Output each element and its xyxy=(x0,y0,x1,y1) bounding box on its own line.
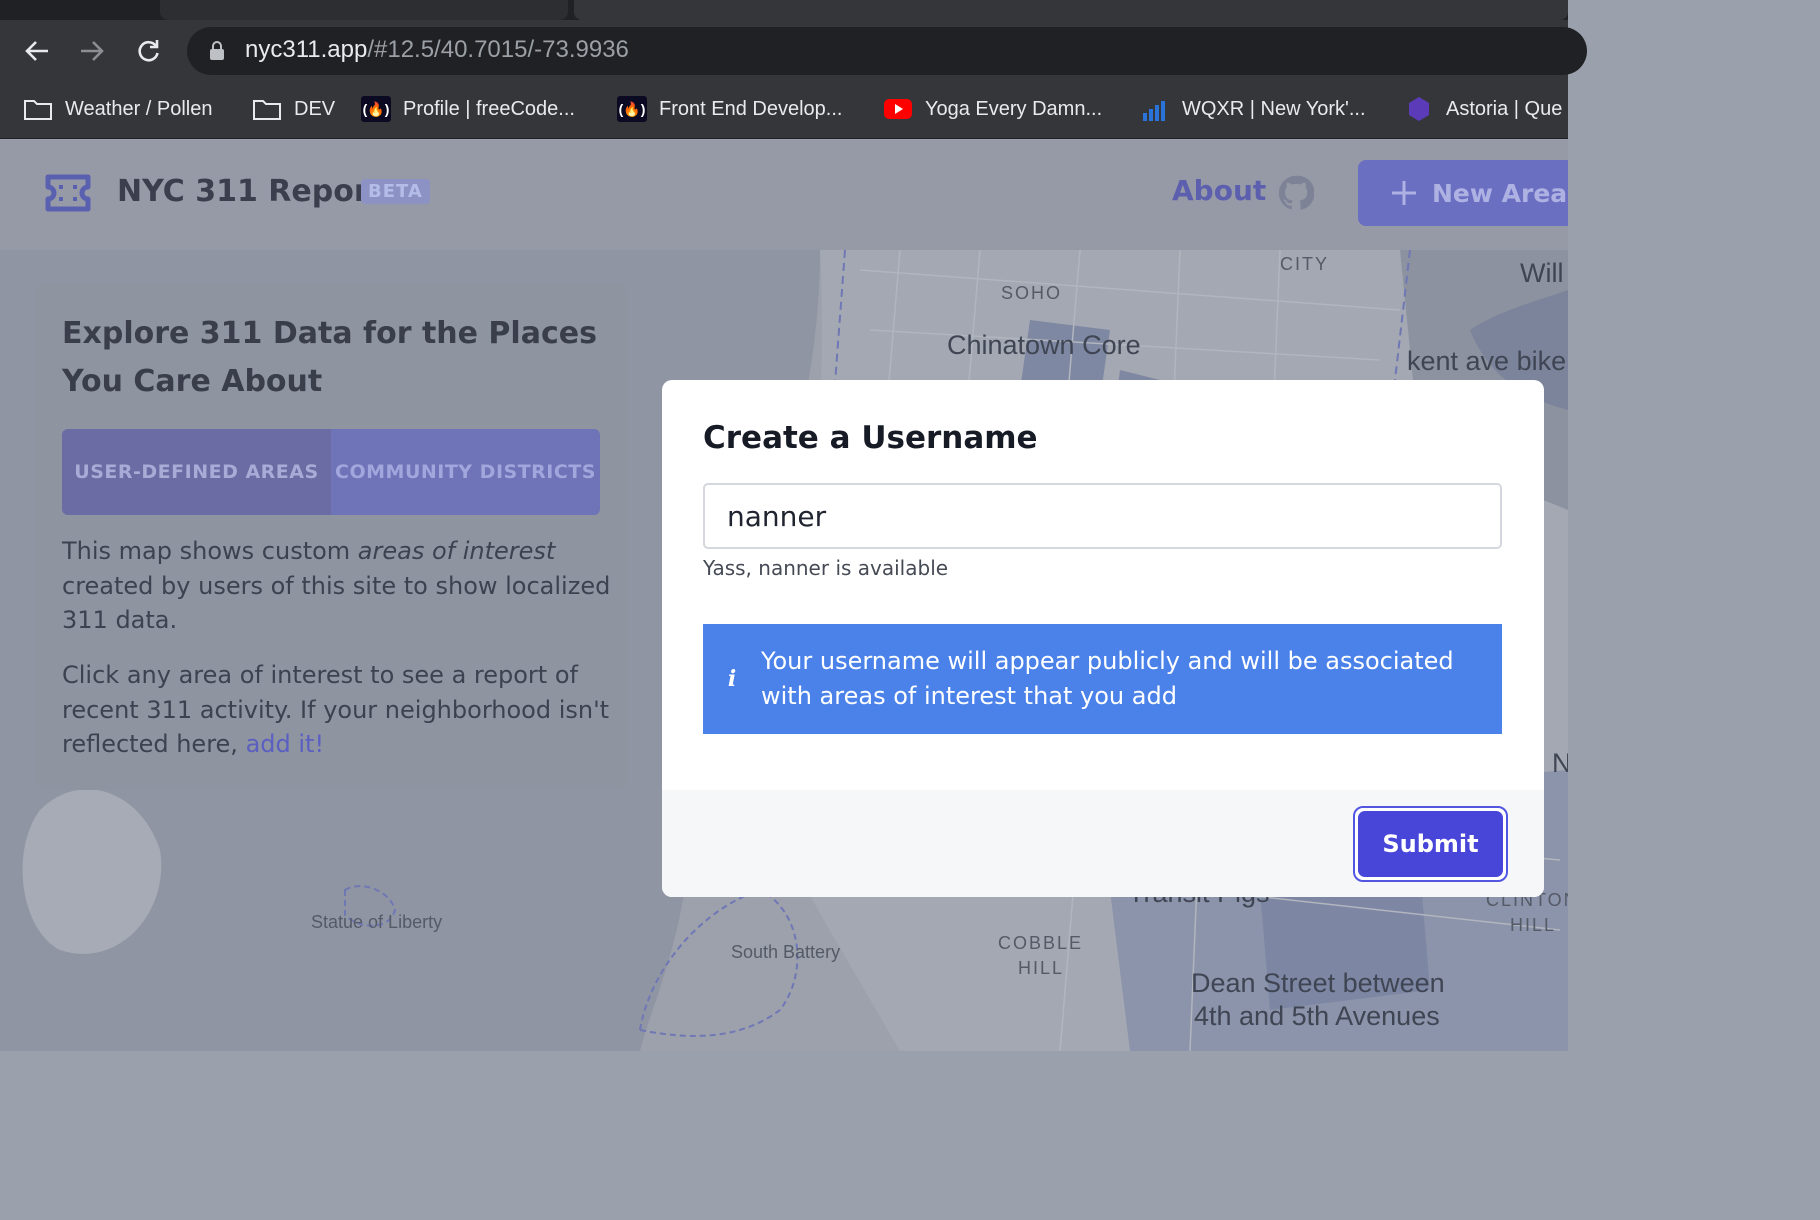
about-link[interactable]: About xyxy=(1172,174,1266,207)
back-button[interactable] xyxy=(19,33,55,69)
create-username-modal: Create a Username Yass, nanner is availa… xyxy=(662,380,1544,897)
bookmark-weather-pollen[interactable]: Weather / Pollen xyxy=(23,94,213,124)
panel-description: This map shows custom areas of interest … xyxy=(62,534,612,638)
info-panel: Explore 311 Data for the Places You Care… xyxy=(35,284,627,790)
map-label-city: CITY xyxy=(1280,254,1330,274)
map-label-statue: Statue of Liberty xyxy=(311,912,443,932)
new-area-button[interactable]: New Area xyxy=(1358,160,1568,226)
freecodecamp-icon: (🔥) xyxy=(361,96,391,122)
plus-icon xyxy=(1392,181,1416,205)
desc-text: created by users of this site to show lo… xyxy=(62,571,611,635)
lock-icon xyxy=(210,41,224,60)
github-icon[interactable] xyxy=(1278,175,1314,211)
desc-text: This map shows custom xyxy=(62,537,358,565)
address-bar[interactable]: nyc311.app/#12.5/40.7015/-73.9936 xyxy=(187,27,1587,75)
freecodecamp-icon: (🔥) xyxy=(617,96,647,122)
submit-label: Submit xyxy=(1358,811,1503,877)
bookmark-wqxr[interactable]: WQXR | New York'... xyxy=(1140,94,1366,124)
map-label-soho: SOHO xyxy=(1001,283,1063,303)
browser-tab-active[interactable] xyxy=(160,0,568,20)
url-text: nyc311.app/#12.5/40.7015/-73.9936 xyxy=(245,36,629,63)
map-label-dean-2: 4th and 5th Avenues xyxy=(1194,1001,1440,1031)
modal-title: Create a Username xyxy=(703,420,1038,456)
map-label-will: Will xyxy=(1520,258,1564,288)
info-notice: i Your username will appear publicly and… xyxy=(703,624,1502,734)
reload-icon xyxy=(138,40,159,62)
bookmark-freecodecamp-profile[interactable]: (🔥) Profile | freeCode... xyxy=(361,94,575,124)
add-it-link[interactable]: add it! xyxy=(246,730,325,758)
bookmark-dev[interactable]: DEV xyxy=(252,94,335,124)
browser-tab[interactable] xyxy=(574,0,1568,20)
map-label-dean: Dean Street between xyxy=(1191,968,1445,998)
youtube-icon xyxy=(883,96,913,122)
reload-button[interactable] xyxy=(130,33,166,69)
tab-user-defined-areas[interactable]: USER-DEFINED AREAS xyxy=(62,429,331,515)
map-label-n: N xyxy=(1552,748,1568,778)
tab-community-districts[interactable]: COMMUNITY DISTRICTS xyxy=(331,429,600,515)
bookmark-front-end[interactable]: (🔥) Front End Develop... xyxy=(617,94,842,124)
beta-badge: BETA xyxy=(361,179,430,204)
bookmark-label: Astoria | Que xyxy=(1446,97,1563,120)
instructions-text: Click any area of interest to see a repo… xyxy=(62,661,610,758)
map-label-cobble: COBBLE xyxy=(998,933,1084,953)
brand-title[interactable]: NYC 311 Reports xyxy=(117,174,401,209)
username-input[interactable] xyxy=(703,483,1502,549)
area-type-toggle: USER-DEFINED AREAS COMMUNITY DISTRICTS xyxy=(62,429,600,515)
map-label-chinatown: Chinatown Core xyxy=(947,330,1141,360)
bookmark-label: Weather / Pollen xyxy=(65,97,213,120)
bookmark-astoria[interactable]: Astoria | Que xyxy=(1404,94,1562,124)
browser-toolbar: nyc311.app/#12.5/40.7015/-73.9936 xyxy=(0,20,1587,82)
modal-footer: Submit xyxy=(662,790,1544,897)
page: SOHO CITY Chinatown Core kent ave bike W… xyxy=(0,140,1568,1051)
bookmark-label: WQXR | New York'... xyxy=(1182,97,1366,120)
desc-emphasis: areas of interest xyxy=(357,537,556,565)
map-label-hill: HILL xyxy=(1018,958,1065,978)
hexagon-icon xyxy=(1404,96,1434,122)
bookmark-label: Yoga Every Damn... xyxy=(925,97,1103,120)
submit-button[interactable]: Submit xyxy=(1353,806,1508,882)
bookmark-yoga[interactable]: Yoga Every Damn... xyxy=(883,94,1102,124)
map-label-south-battery: South Battery xyxy=(731,942,841,962)
panel-instructions: Click any area of interest to see a repo… xyxy=(62,658,612,762)
folder-icon xyxy=(23,96,53,122)
ticket-icon xyxy=(45,174,91,212)
browser-tab-strip xyxy=(0,0,1568,20)
info-notice-text: Your username will appear publicly and w… xyxy=(761,647,1454,710)
bookmark-label: Profile | freeCode... xyxy=(403,97,575,120)
map-label-kent: kent ave bike xyxy=(1407,346,1567,376)
bookmarks-bar: Weather / Pollen DEV (🔥) Profile | freeC… xyxy=(0,82,1568,139)
bookmark-label: DEV xyxy=(294,97,336,120)
new-area-label: New Area xyxy=(1432,178,1568,208)
folder-icon xyxy=(252,96,282,122)
availability-message: Yass, nanner is available xyxy=(703,556,949,580)
app-header: NYC 311 Reports BETA About New Area xyxy=(0,140,1568,250)
map-label-clinton-hill: HILL xyxy=(1510,915,1557,935)
bookmark-label: Front End Develop... xyxy=(659,97,843,120)
arrow-left-icon xyxy=(25,41,48,61)
bar-chart-icon xyxy=(1140,96,1170,122)
arrow-right-icon xyxy=(81,41,104,61)
info-icon: i xyxy=(727,666,737,692)
panel-title: Explore 311 Data for the Places You Care… xyxy=(62,316,597,399)
forward-button[interactable] xyxy=(74,33,110,69)
